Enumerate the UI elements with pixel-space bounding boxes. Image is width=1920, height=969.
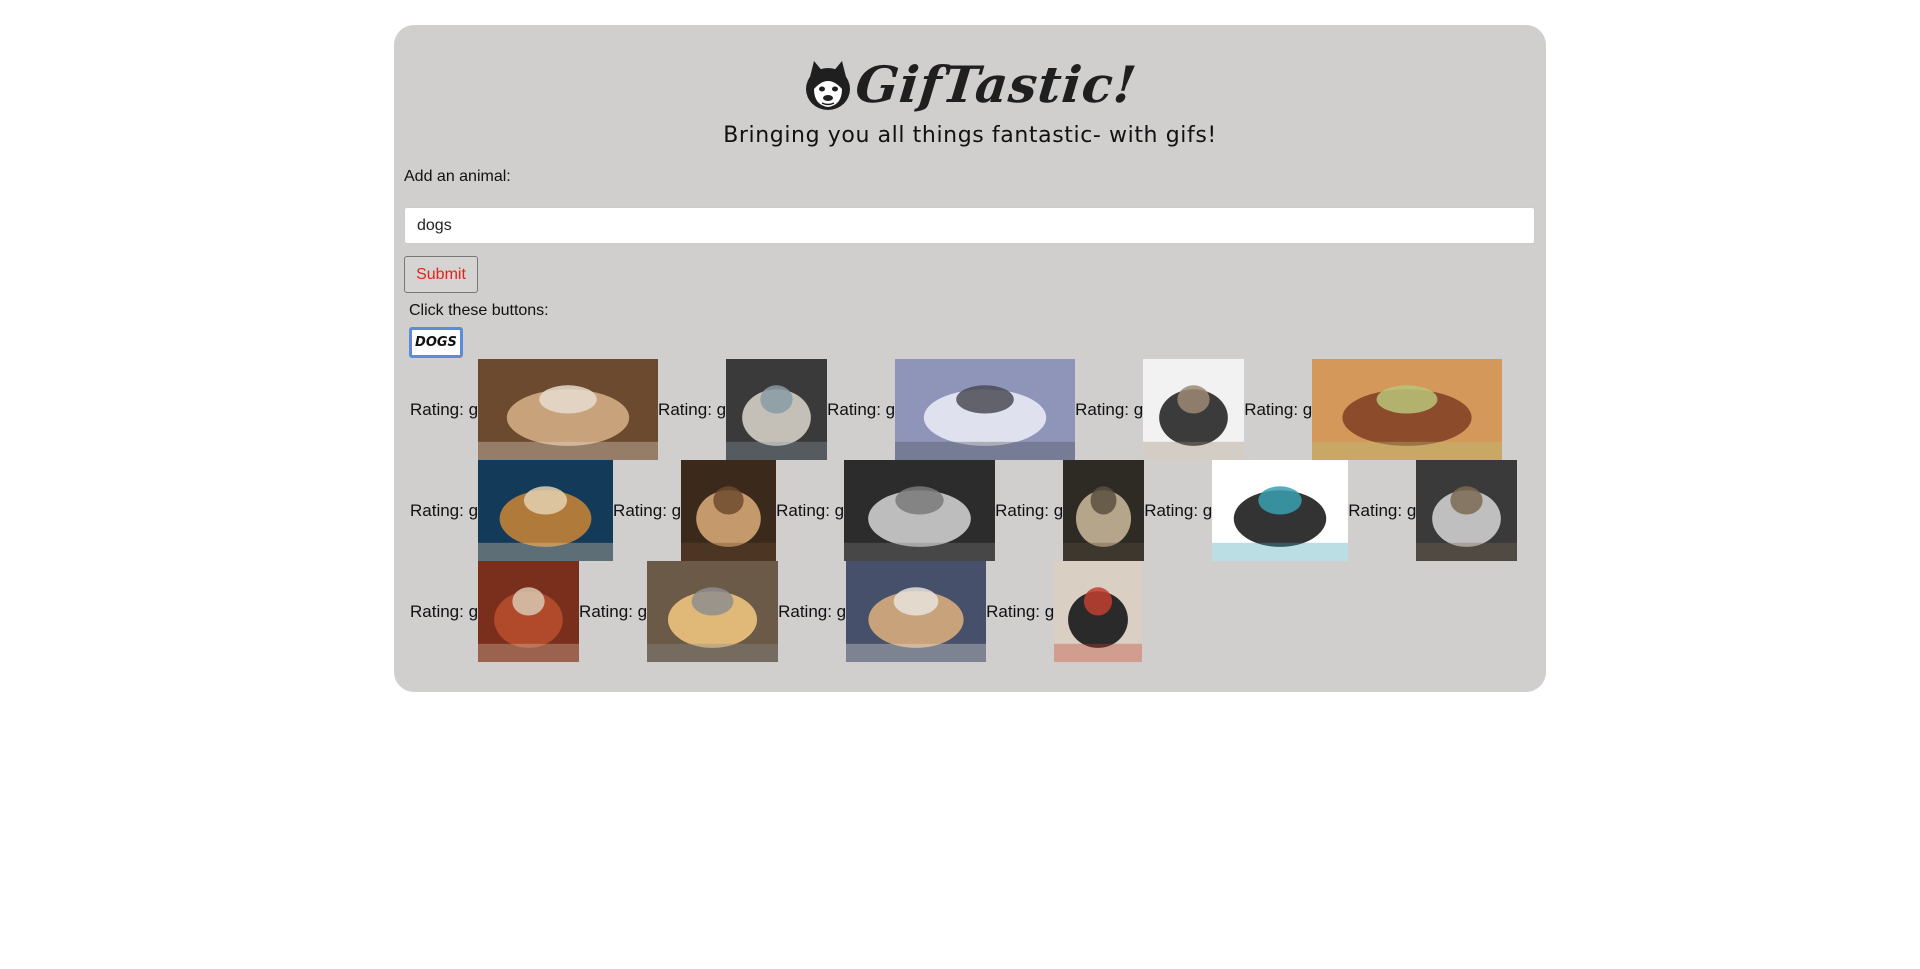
rating-label: Rating: g xyxy=(1075,399,1144,419)
header: GifTastic! xyxy=(394,55,1546,114)
doge-dog-icon xyxy=(804,59,852,111)
rating-label: Rating: g xyxy=(827,399,896,419)
rating-label: Rating: g xyxy=(1348,500,1417,520)
gif-image[interactable] xyxy=(478,561,580,662)
gif-image[interactable] xyxy=(478,460,614,561)
gif-image[interactable] xyxy=(478,359,659,460)
gif-image[interactable] xyxy=(647,561,779,662)
rating-label: Rating: g xyxy=(613,500,682,520)
rating-label: Rating: g xyxy=(410,601,479,621)
page-subtitle: Bringing you all things fantastic- with … xyxy=(723,123,1217,148)
gif-image[interactable] xyxy=(1416,460,1518,561)
gif-row: Rating: g Rating: g Rating: g Rating: g xyxy=(410,561,1143,662)
gif-image[interactable] xyxy=(844,460,996,561)
rating-label: Rating: g xyxy=(658,399,727,419)
gif-image[interactable] xyxy=(846,561,987,662)
gif-image[interactable] xyxy=(1054,561,1143,662)
rating-label: Rating: g xyxy=(410,399,479,419)
gif-image[interactable] xyxy=(726,359,828,460)
rating-label: Rating: g xyxy=(1144,500,1213,520)
main-panel: GifTastic! Bringing you all things fanta… xyxy=(394,25,1546,692)
rating-label: Rating: g xyxy=(778,601,847,621)
animal-input[interactable] xyxy=(404,207,1535,244)
gif-image[interactable] xyxy=(681,460,777,561)
gif-image[interactable] xyxy=(1212,460,1349,561)
rating-label: Rating: g xyxy=(410,500,479,520)
rating-label: Rating: g xyxy=(1244,399,1313,419)
gif-image[interactable] xyxy=(895,359,1076,460)
add-animal-label: Add an animal: xyxy=(404,168,511,185)
animal-button-dogs[interactable]: DOGS xyxy=(409,327,463,358)
gif-image[interactable] xyxy=(1063,460,1145,561)
rating-label: Rating: g xyxy=(995,500,1064,520)
rating-label: Rating: g xyxy=(986,601,1055,621)
page-title: GifTastic! xyxy=(852,55,1140,114)
rating-label: Rating: g xyxy=(579,601,648,621)
rating-label: Rating: g xyxy=(776,500,845,520)
gif-row: Rating: g Rating: g Rating: g Rating: g … xyxy=(410,460,1518,561)
gif-row: Rating: g Rating: g Rating: g Rating: g … xyxy=(410,359,1503,460)
gif-image[interactable] xyxy=(1143,359,1245,460)
submit-button[interactable]: Submit xyxy=(404,256,478,293)
click-buttons-label: Click these buttons: xyxy=(409,302,549,319)
gif-image[interactable] xyxy=(1312,359,1503,460)
